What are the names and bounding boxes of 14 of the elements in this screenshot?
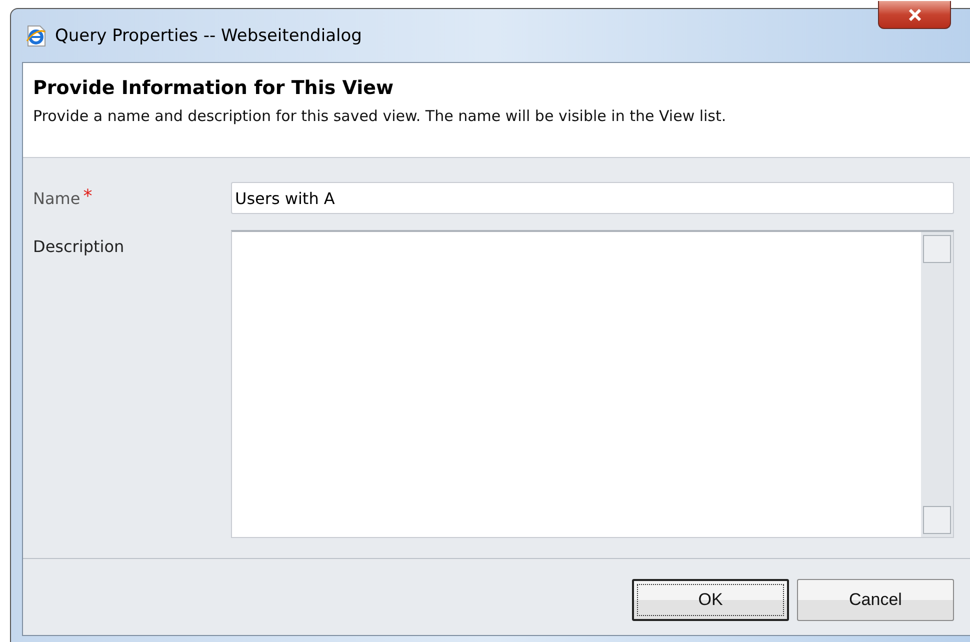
window-title: Query Properties -- Webseitendialog bbox=[55, 26, 362, 46]
required-marker: * bbox=[83, 189, 92, 205]
description-text-area[interactable] bbox=[231, 230, 954, 538]
browser-logo-icon bbox=[25, 24, 47, 46]
close-button[interactable] bbox=[878, 1, 951, 29]
dialog-heading: Provide Information for This View bbox=[33, 77, 395, 99]
dialog-description: Provide a name and description for this saved view. The name will be visible in the View list. bbox=[33, 107, 728, 125]
ok-button[interactable]: OK bbox=[632, 579, 789, 621]
close-icon bbox=[908, 8, 922, 20]
field-label: Name bbox=[33, 189, 80, 208]
scrollbar[interactable] bbox=[921, 232, 953, 537]
cancel-button[interactable]: Cancel bbox=[797, 579, 954, 621]
field-label: Description bbox=[33, 237, 124, 256]
name-input-field[interactable]: Users with A bbox=[231, 182, 954, 214]
